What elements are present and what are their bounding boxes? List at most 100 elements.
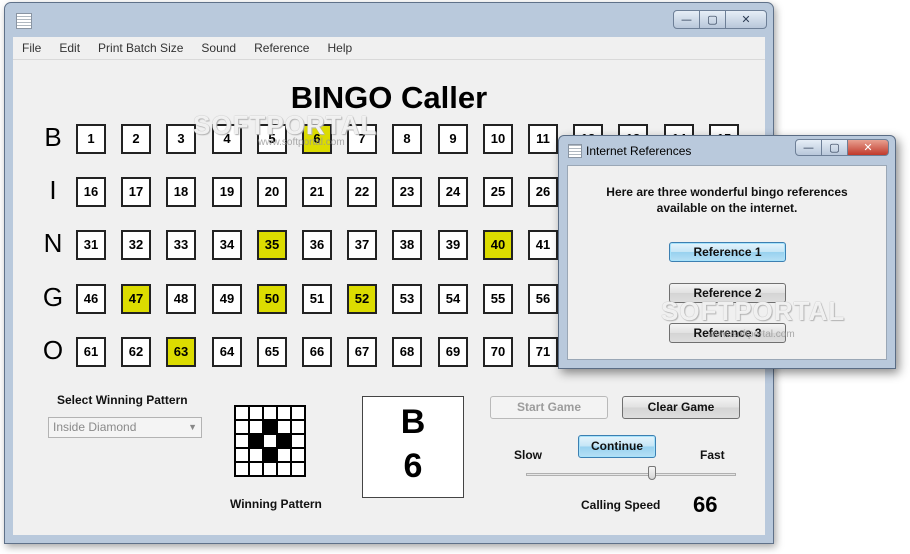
menu-reference[interactable]: Reference (245, 41, 318, 55)
row-letter-g: G (42, 282, 64, 312)
board-cell-67: 67 (347, 337, 377, 367)
continue-button[interactable]: Continue (578, 435, 656, 458)
board-cell-25: 25 (483, 177, 513, 207)
board-cell-47: 47 (121, 284, 151, 314)
menu-print-batch-size[interactable]: Print Batch Size (89, 41, 192, 55)
menu-help[interactable]: Help (318, 41, 361, 55)
pattern-cell (235, 462, 249, 476)
menu-sound[interactable]: Sound (192, 41, 245, 55)
dialog-title: Internet References (586, 144, 692, 158)
board-cell-34: 34 (212, 230, 242, 260)
menu-file[interactable]: File (13, 41, 50, 55)
speed-fast-label: Fast (700, 448, 725, 462)
slider-thumb[interactable] (648, 466, 656, 480)
board-cell-54: 54 (438, 284, 468, 314)
pattern-cell (277, 406, 291, 420)
dialog-app-icon (568, 144, 582, 158)
pattern-cell (249, 462, 263, 476)
board-cell-32: 32 (121, 230, 151, 260)
current-call-letter: B (400, 403, 426, 441)
board-cell-18: 18 (166, 177, 196, 207)
app-title: BINGO Caller (290, 80, 488, 115)
board-cell-21: 21 (302, 177, 332, 207)
select-pattern-label: Select Winning Pattern (57, 393, 188, 407)
dialog-message-line1: Here are three wonderful bingo reference… (606, 185, 848, 199)
board-cell-63: 63 (166, 337, 196, 367)
title-bar[interactable]: — ▢ ✕ (5, 3, 773, 33)
current-call-display: B 6 (362, 396, 464, 498)
board-cell-37: 37 (347, 230, 377, 260)
row-letter-n: N (43, 228, 63, 258)
pattern-cell (291, 406, 305, 420)
maximize-button[interactable]: ▢ (699, 10, 726, 29)
board-cell-65: 65 (257, 337, 287, 367)
pattern-cell (291, 420, 305, 434)
pattern-cell (277, 434, 291, 448)
board-cell-49: 49 (212, 284, 242, 314)
pattern-cell (235, 420, 249, 434)
clear-game-button[interactable]: Clear Game (622, 396, 740, 419)
minimize-button[interactable]: — (673, 10, 700, 29)
pattern-select-value: Inside Diamond (53, 420, 137, 434)
pattern-select-dropdown[interactable]: Inside Diamond ▼ (48, 417, 202, 438)
board-cell-16: 16 (76, 177, 106, 207)
dialog-minimize-button[interactable]: — (795, 139, 822, 156)
board-cell-2: 2 (121, 124, 151, 154)
board-cell-46: 46 (76, 284, 106, 314)
calling-speed-value: 66 (693, 492, 718, 517)
board-cell-62: 62 (121, 337, 151, 367)
board-cell-52: 52 (347, 284, 377, 314)
board-cell-38: 38 (392, 230, 422, 260)
board-cell-22: 22 (347, 177, 377, 207)
app-icon (16, 13, 32, 29)
board-cell-19: 19 (212, 177, 242, 207)
board-cell-55: 55 (483, 284, 513, 314)
menu-edit[interactable]: Edit (50, 41, 89, 55)
pattern-cell (263, 420, 277, 434)
current-call-number: 6 (403, 447, 423, 485)
board-cell-56: 56 (528, 284, 558, 314)
board-cell-1: 1 (76, 124, 106, 154)
dialog-watermark-logo: SOFTPORTAL (661, 296, 846, 326)
board-cell-71: 71 (528, 337, 558, 367)
board-cell-50: 50 (257, 284, 287, 314)
pattern-cell (291, 462, 305, 476)
internet-references-dialog: Internet References — ▢ ✕ Here are three… (558, 135, 896, 369)
dialog-close-button[interactable]: ✕ (847, 139, 889, 156)
row-letter-o: O (42, 335, 64, 365)
board-cell-9: 9 (438, 124, 468, 154)
board-cell-53: 53 (392, 284, 422, 314)
board-cell-39: 39 (438, 230, 468, 260)
watermark-url: www.softportal.com (258, 137, 345, 148)
pattern-cell (263, 434, 277, 448)
dialog-watermark-url: www.softportal.com (708, 329, 795, 340)
row-letter-i: I (49, 175, 57, 205)
pattern-cell (249, 434, 263, 448)
board-cell-11: 11 (528, 124, 558, 154)
calling-speed-slider[interactable] (526, 466, 736, 480)
row-letter-b: B (44, 122, 62, 152)
winning-pattern-grid (234, 405, 306, 477)
pattern-cell (263, 406, 277, 420)
winning-pattern-label: Winning Pattern (230, 497, 322, 511)
pattern-cell (291, 434, 305, 448)
pattern-cell (277, 462, 291, 476)
pattern-cell (235, 434, 249, 448)
close-button[interactable]: ✕ (725, 10, 767, 29)
board-cell-8: 8 (392, 124, 422, 154)
board-cell-41: 41 (528, 230, 558, 260)
start-game-button[interactable]: Start Game (490, 396, 608, 419)
board-cell-3: 3 (166, 124, 196, 154)
board-cell-10: 10 (483, 124, 513, 154)
pattern-cell (249, 406, 263, 420)
board-cell-70: 70 (483, 337, 513, 367)
board-cell-20: 20 (257, 177, 287, 207)
reference-1-button[interactable]: Reference 1 (669, 242, 786, 262)
board-cell-48: 48 (166, 284, 196, 314)
board-cell-69: 69 (438, 337, 468, 367)
board-cell-66: 66 (302, 337, 332, 367)
pattern-cell (249, 420, 263, 434)
board-cell-68: 68 (392, 337, 422, 367)
dialog-maximize-button[interactable]: ▢ (821, 139, 848, 156)
dialog-message: Here are three wonderful bingo reference… (568, 184, 886, 216)
